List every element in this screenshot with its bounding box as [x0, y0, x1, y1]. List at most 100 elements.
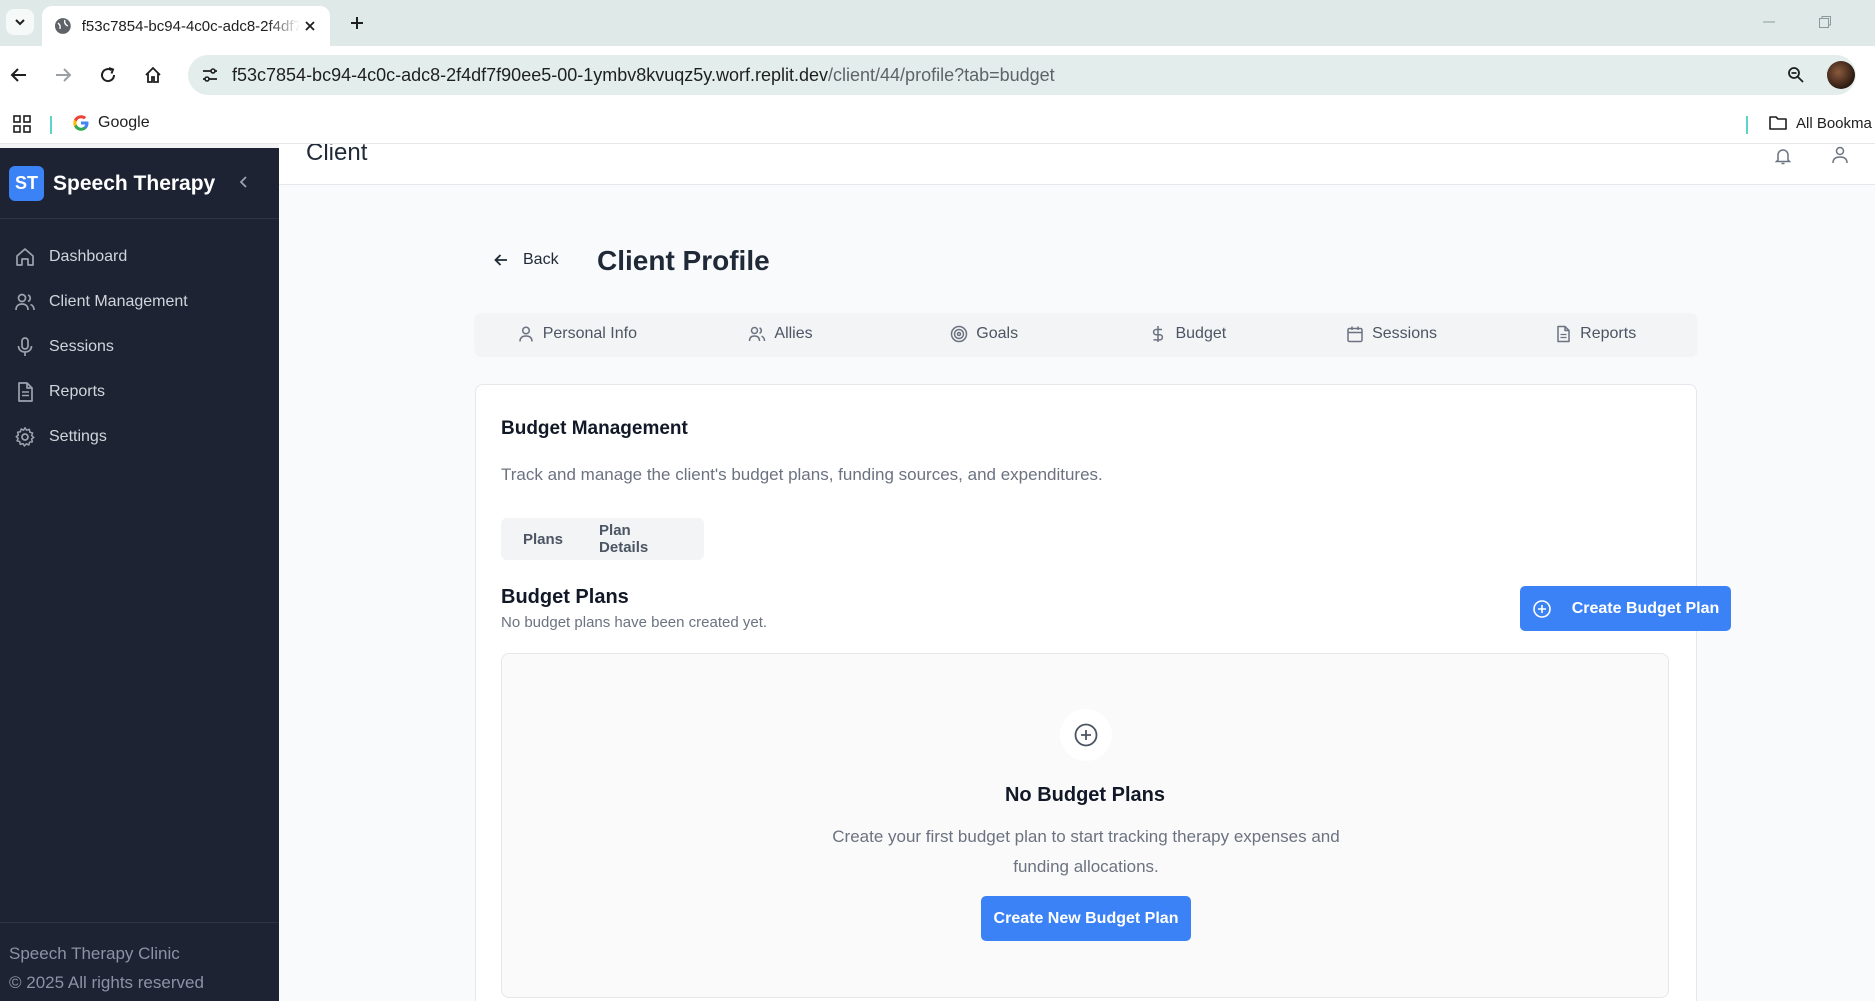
sidebar-item-settings[interactable]: Settings [14, 419, 264, 455]
new-tab-button[interactable] [344, 10, 370, 36]
gear-icon [15, 427, 35, 447]
create-new-budget-plan-button[interactable]: Create New Budget Plan [981, 896, 1191, 941]
tab-personal-info[interactable]: Personal Info [475, 313, 679, 355]
sub-tab-plans[interactable]: Plans [505, 522, 581, 556]
reload-button[interactable] [93, 60, 123, 90]
profile-avatar[interactable] [1827, 61, 1855, 89]
sidebar-item-label: Reports [49, 383, 106, 400]
google-icon [73, 115, 89, 131]
profile-tabs: Personal Info Allies Goals Budget Sessio… [475, 313, 1697, 355]
document-icon [1557, 325, 1570, 343]
folder-icon [1769, 116, 1787, 130]
sidebar-footer-divider [0, 922, 279, 923]
url-path: /client/44/profile?tab=budget [828, 64, 1055, 85]
bookmarks-separator [1746, 116, 1748, 134]
empty-state: No Budget Plans Create your first budget… [501, 653, 1669, 998]
close-tab-icon[interactable] [300, 16, 320, 36]
main-content: Back Client Profile Personal Info Allies… [279, 185, 1875, 1001]
dollar-icon [1153, 326, 1164, 342]
bookmarks-bar: Google All Bookma [0, 104, 1875, 144]
back-nav-button[interactable] [4, 60, 34, 90]
page-title: Client Profile [597, 245, 770, 276]
budget-plans-subtitle: No budget plans have been created yet. [501, 614, 768, 631]
tab-budget[interactable]: Budget [1086, 313, 1290, 355]
bookmark-google-label: Google [98, 114, 150, 131]
empty-state-description: Create your first budget plan to start t… [832, 827, 1340, 876]
tune-icon [203, 68, 217, 82]
sidebar-item-label: Sessions [49, 338, 114, 355]
globe-icon [54, 18, 71, 34]
plus-circle-icon [1532, 599, 1551, 618]
sub-tab-plan-details[interactable]: Plan Details [581, 522, 700, 556]
target-icon [951, 325, 968, 343]
zoom-icon [1788, 67, 1804, 83]
users-icon [15, 293, 35, 311]
minimize-button[interactable] [1754, 10, 1784, 34]
create-budget-plan-button[interactable]: Create Budget Plan [1520, 586, 1731, 631]
tab-label: Budget [1175, 325, 1227, 342]
logo-badge: ST [9, 166, 44, 201]
budget-management-title: Budget Management [501, 418, 688, 439]
reload-icon [101, 67, 116, 83]
sidebar-divider [0, 218, 279, 219]
restore-icon [1819, 16, 1831, 28]
forward-nav-button[interactable] [48, 60, 78, 90]
bookmark-google[interactable]: Google [72, 114, 150, 132]
plus-circle-icon [1074, 723, 1098, 747]
app-logo[interactable]: ST Speech Therapy [9, 166, 215, 201]
tab-title: f53c7854-bc94-4c0c-adc8-2f4df7f90ee5-00-… [81, 17, 301, 35]
app-header: Client [279, 144, 1875, 185]
chevron-down-icon [15, 19, 25, 26]
sidebar-item-reports[interactable]: Reports [14, 374, 264, 410]
all-bookmarks-label: All Bookma [1796, 114, 1872, 132]
address-bar[interactable]: f53c7854-bc94-4c0c-adc8-2f4df7f90ee5-00-… [188, 55, 1856, 95]
tab-allies[interactable]: Allies [679, 313, 883, 355]
sidebar-item-client-management[interactable]: Client Management [14, 284, 264, 320]
zoom-button[interactable] [1782, 61, 1810, 89]
footer-clinic-name: Speech Therapy Clinic [9, 944, 180, 963]
tab-label: Sessions [1372, 325, 1437, 342]
app-name: Speech Therapy [53, 171, 216, 195]
tab-goals[interactable]: Goals [882, 313, 1086, 355]
browser-tab[interactable]: f53c7854-bc94-4c0c-adc8-2f4df7f90ee5-00-… [42, 6, 330, 46]
empty-state-icon-wrap [1060, 709, 1112, 761]
users-icon [749, 326, 766, 342]
arrow-left-icon [10, 68, 26, 82]
site-info-button[interactable] [196, 61, 224, 89]
sidebar-item-label: Client Management [49, 293, 188, 310]
sidebar-item-sessions[interactable]: Sessions [14, 329, 264, 365]
empty-state-title: No Budget Plans [1004, 784, 1165, 806]
tab-label: Reports [1580, 325, 1637, 342]
tab-sessions[interactable]: Sessions [1290, 313, 1494, 355]
tab-label: Personal Info [542, 325, 637, 342]
tab-search-button[interactable] [6, 9, 34, 35]
document-icon [18, 382, 33, 402]
create-budget-plan-label: Create Budget Plan [1571, 599, 1720, 617]
plus-icon [351, 17, 363, 29]
url-host: f53c7854-bc94-4c0c-adc8-2f4df7f90ee5-00-… [232, 64, 829, 85]
arrow-left-icon [494, 254, 507, 266]
tab-reports[interactable]: Reports [1493, 313, 1697, 355]
header-title: Client [306, 144, 368, 166]
calendar-icon [1347, 326, 1363, 343]
apps-grid-icon[interactable] [12, 114, 32, 134]
back-label: Back [523, 251, 559, 268]
browser-tabstrip: f53c7854-bc94-4c0c-adc8-2f4df7f90ee5-00-… [0, 0, 1875, 46]
bookmarks-separator [50, 116, 52, 134]
user-icon[interactable] [1830, 146, 1850, 166]
sidebar-item-label: Dashboard [49, 248, 128, 265]
footer-copyright: © 2025 All rights reserved [9, 973, 204, 992]
bell-icon[interactable] [1773, 146, 1793, 166]
collapse-sidebar-button[interactable] [234, 172, 254, 192]
arrow-right-icon [56, 68, 72, 82]
back-button[interactable]: Back [493, 251, 559, 269]
tab-label: Goals [976, 325, 1019, 342]
budget-management-description: Track and manage the client's budget pla… [501, 465, 1103, 484]
microphone-icon [17, 337, 33, 356]
all-bookmarks[interactable]: All Bookma [1768, 114, 1872, 132]
browser-toolbar: f53c7854-bc94-4c0c-adc8-2f4df7f90ee5-00-… [0, 46, 1875, 104]
restore-button[interactable] [1810, 10, 1840, 34]
minimize-icon [1763, 21, 1775, 23]
home-button[interactable] [138, 60, 168, 90]
sidebar-item-dashboard[interactable]: Dashboard [14, 239, 264, 275]
